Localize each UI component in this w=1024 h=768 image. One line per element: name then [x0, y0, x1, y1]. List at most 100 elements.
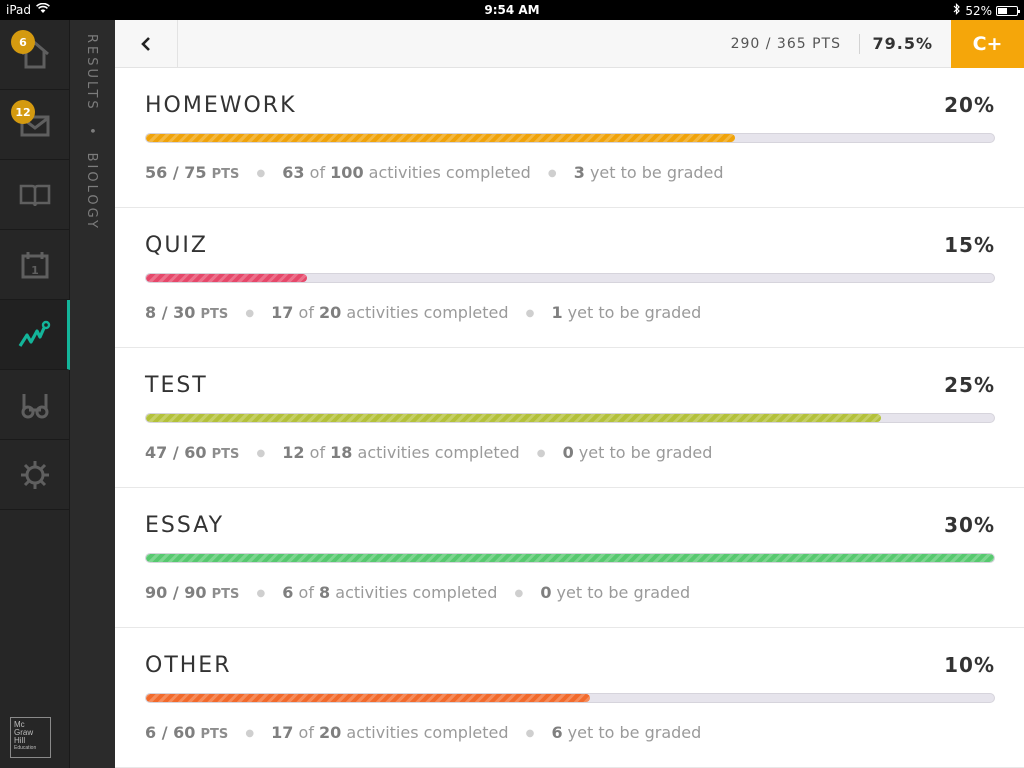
points-earned: 90 / 90 — [145, 583, 207, 602]
of-word: of — [298, 303, 314, 322]
ungraded-count: 0 — [540, 583, 552, 602]
bluetooth-icon — [953, 3, 961, 18]
category-name: TEST — [145, 373, 208, 398]
activities-done: 63 — [282, 163, 305, 182]
logo-line: Hill — [14, 736, 26, 745]
battery-fill — [998, 7, 1008, 14]
glasses-icon — [21, 393, 49, 418]
rail-item-reading-view[interactable] — [0, 370, 70, 440]
ungraded-count: 6 — [551, 723, 563, 742]
status-right: 52% — [953, 3, 1020, 18]
ungraded-text: yet to be graded — [567, 723, 702, 742]
points-unit: PTS — [211, 587, 240, 602]
separator-dot: ● — [536, 448, 546, 459]
progress-fill — [146, 694, 590, 702]
ungraded-text: yet to be graded — [589, 163, 724, 182]
separator-dot: ● — [245, 308, 255, 319]
grade-badge: C+ — [951, 20, 1024, 68]
progress-track — [145, 273, 995, 283]
category-stats: 56 / 75 PTS ● 63 of 100 activities compl… — [145, 163, 724, 182]
calendar-icon: 1 — [21, 251, 49, 278]
progress-track — [145, 413, 995, 423]
separator-dot: ● — [525, 728, 535, 739]
category-weight: 15% — [944, 233, 995, 257]
category-list: HOMEWORK 20% 56 / 75 PTS ● 63 of 100 act… — [115, 68, 1024, 768]
progress-track — [145, 133, 995, 143]
rail-item-library[interactable] — [0, 160, 70, 230]
navigation-rail: 6 12 1 Mc Graw Hill Education — [0, 20, 70, 768]
points-earned: 6 / 60 — [145, 723, 196, 742]
separator-dot: ● — [514, 588, 524, 599]
chevron-left-icon — [141, 37, 150, 51]
rail-item-home[interactable]: 6 — [0, 20, 70, 90]
category-name: QUIZ — [145, 233, 208, 258]
rail-item-results[interactable] — [0, 300, 70, 370]
breadcrumb-course: BIOLOGY — [84, 152, 99, 231]
activities-done: 6 — [282, 583, 294, 602]
category-stats: 6 / 60 PTS ● 17 of 20 activities complet… — [145, 723, 701, 742]
activities-text: activities completed — [335, 583, 498, 602]
category-row-homework[interactable]: HOMEWORK 20% 56 / 75 PTS ● 63 of 100 act… — [115, 68, 1024, 208]
category-weight: 25% — [944, 373, 995, 397]
clock: 9:54 AM — [484, 3, 540, 17]
of-word: of — [298, 583, 314, 602]
activities-text: activities completed — [368, 163, 531, 182]
separator-dot: ● — [547, 168, 557, 179]
rail-item-calendar[interactable]: 1 — [0, 230, 70, 300]
results-header: 290 / 365 PTS 79.5% C+ — [115, 20, 1024, 68]
activities-total: 100 — [330, 163, 364, 182]
breadcrumb-section: RESULTS — [84, 34, 99, 112]
activities-total: 20 — [319, 303, 342, 322]
activities-total: 20 — [319, 723, 342, 742]
breadcrumb: RESULTS • BIOLOGY — [84, 34, 99, 231]
progress-fill — [146, 274, 308, 282]
logo-line: Education — [14, 745, 37, 751]
category-weight: 20% — [944, 93, 995, 117]
activities-done: 12 — [282, 443, 305, 462]
back-button[interactable] — [115, 20, 178, 68]
separator-dot: ● — [256, 448, 266, 459]
activities-total: 18 — [330, 443, 353, 462]
activities-text: activities completed — [346, 723, 509, 742]
category-row-quiz[interactable]: QUIZ 15% 8 / 30 PTS ● 17 of 20 activitie… — [115, 208, 1024, 348]
progress-fill — [146, 134, 736, 142]
separator-dot: ● — [256, 588, 266, 599]
ungraded-count: 1 — [551, 303, 563, 322]
mcgraw-hill-logo: Mc Graw Hill Education — [10, 717, 51, 758]
rail-item-settings[interactable] — [0, 440, 70, 510]
category-weight: 30% — [944, 513, 995, 537]
rail-item-messages[interactable]: 12 — [0, 90, 70, 160]
points-unit: PTS — [211, 167, 240, 182]
points-earned: 8 / 30 — [145, 303, 196, 322]
of-word: of — [309, 163, 326, 182]
activities-done: 17 — [271, 303, 294, 322]
separator-dot: ● — [256, 168, 266, 179]
separator-dot: ● — [525, 308, 535, 319]
divider — [859, 34, 860, 54]
category-weight: 10% — [944, 653, 995, 677]
points-unit: PTS — [200, 307, 229, 322]
settings-gear-icon — [21, 460, 49, 489]
notification-badge: 12 — [11, 100, 35, 124]
category-name: ESSAY — [145, 513, 225, 538]
points-earned: 47 / 60 — [145, 443, 207, 462]
battery-icon — [996, 5, 1020, 16]
svg-text:1: 1 — [31, 264, 39, 277]
battery-percent: 52% — [965, 3, 992, 18]
results-chart-icon — [18, 320, 50, 347]
category-row-essay[interactable]: ESSAY 30% 90 / 90 PTS ● 6 of 8 activitie… — [115, 488, 1024, 628]
category-row-other[interactable]: OTHER 10% 6 / 60 PTS ● 17 of 20 activiti… — [115, 628, 1024, 768]
progress-track — [145, 553, 995, 563]
points-unit: PTS — [211, 447, 240, 462]
progress-fill — [146, 554, 994, 562]
ungraded-text: yet to be graded — [578, 443, 713, 462]
notification-badge: 6 — [11, 30, 35, 54]
total-points: 290 / 365 PTS — [730, 36, 841, 52]
progress-track — [145, 693, 995, 703]
points-unit: PTS — [200, 727, 229, 742]
category-row-test[interactable]: TEST 25% 47 / 60 PTS ● 12 of 18 activiti… — [115, 348, 1024, 488]
ungraded-text: yet to be graded — [556, 583, 691, 602]
status-bar: iPad 9:54 AM 52% — [0, 0, 1024, 20]
ungraded-count: 3 — [573, 163, 585, 182]
category-stats: 8 / 30 PTS ● 17 of 20 activities complet… — [145, 303, 701, 322]
